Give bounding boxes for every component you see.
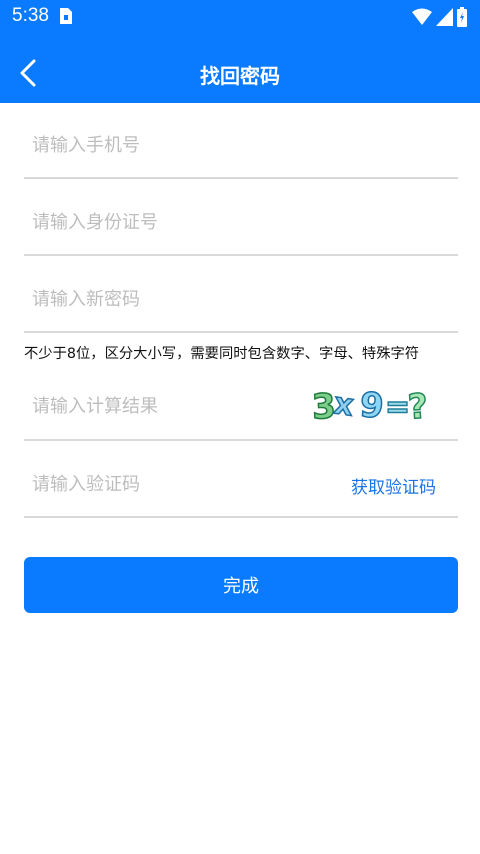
sim-card-icon — [60, 8, 72, 24]
get-code-button[interactable]: 获取验证码 — [351, 473, 436, 498]
captcha-char: x — [332, 386, 356, 423]
password-field — [24, 267, 458, 333]
calc-result-input[interactable] — [32, 373, 292, 439]
toolbar: 找回密码 — [0, 44, 480, 102]
code-field: 获取验证码 — [24, 452, 458, 518]
wifi-icon — [412, 8, 432, 25]
verification-code-input[interactable] — [32, 452, 292, 516]
phone-field — [24, 113, 458, 179]
new-password-input[interactable] — [32, 267, 292, 331]
calc-field: 3 x 9 = ? — [24, 373, 458, 441]
id-field — [24, 190, 458, 256]
password-hint: 不少于8位，区分大小写，需要同时包含数字、字母、特殊字符 — [24, 346, 420, 362]
status-time: 5:38 — [12, 5, 49, 26]
id-number-input[interactable] — [32, 190, 292, 254]
status-bar: 5:38 — [0, 0, 480, 34]
header-bar: 5:38 找回密码 — [0, 0, 480, 103]
submit-button[interactable]: 完成 — [24, 557, 458, 613]
status-icons — [412, 6, 467, 28]
battery-icon — [457, 7, 467, 27]
captcha-char: ? — [407, 387, 429, 428]
captcha-char: 9 — [358, 385, 385, 427]
captcha-image[interactable]: 3 x 9 = ? — [310, 383, 436, 429]
phone-input[interactable] — [32, 113, 292, 177]
signal-icon — [436, 8, 453, 26]
page-title: 找回密码 — [200, 64, 280, 88]
